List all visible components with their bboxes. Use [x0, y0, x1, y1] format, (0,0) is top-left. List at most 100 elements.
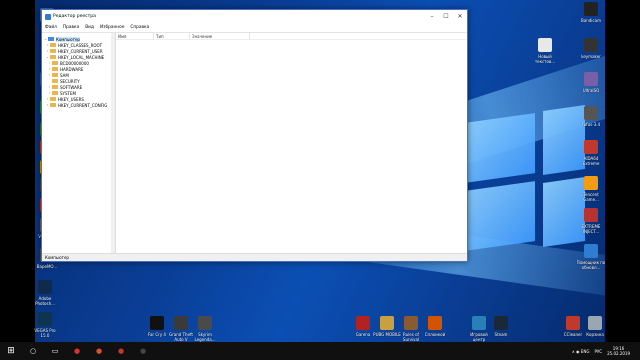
folder-icon — [52, 84, 58, 90]
app-icon — [494, 316, 508, 330]
desktop-icon-label: Корзина — [586, 332, 604, 337]
tree-node-label: Компьютер — [56, 36, 80, 42]
tree-node[interactable]: › HKEY_CURRENT_CONFIG — [42, 102, 115, 108]
desktop-icon[interactable]: Tencent Game... — [576, 176, 606, 202]
app-icon — [38, 280, 52, 294]
desktop-icon-label: UltraISO — [582, 88, 600, 93]
app-icon — [38, 312, 52, 326]
desktop-icon[interactable]: keymaker — [576, 38, 606, 59]
taskbar-unknown-icon[interactable]: ● — [132, 342, 154, 360]
tree-node-label: HKEY_LOCAL_MACHINE — [58, 54, 105, 60]
desktop-icon[interactable]: UltraISO — [576, 72, 606, 93]
column-type[interactable]: Тип — [154, 32, 190, 40]
app-icon — [588, 316, 602, 330]
folder-icon — [52, 90, 58, 96]
menu-edit[interactable]: Правка — [63, 25, 79, 30]
menu-help[interactable]: Справка — [130, 25, 149, 30]
registry-tree[interactable]: ⌄ Компьютер › HKEY_CLASSES_ROOT › HKEY_CURREN… — [42, 33, 116, 253]
app-icon — [584, 140, 598, 154]
window-title: Редактор реестра — [53, 14, 96, 19]
desktop-icon-label: rufus-3.4 — [581, 122, 600, 127]
folder-icon — [50, 96, 56, 102]
folder-icon — [52, 66, 58, 72]
column-headers: Имя Тип Значение — [116, 32, 467, 40]
taskbar-search-icon[interactable]: ○ — [22, 342, 44, 360]
menu-file[interactable]: Файл — [45, 25, 57, 30]
desktop-icon[interactable]: EXTREME INJECT... — [576, 208, 606, 234]
desktop-icon-label: Новый текстов... — [534, 54, 556, 64]
desktop-icon[interactable]: Bandicam — [576, 2, 606, 23]
app-icon — [584, 106, 598, 120]
desktop-icon[interactable]: rufus-3.4 — [576, 106, 606, 127]
desktop-icon[interactable]: Adobe Photosh... — [30, 280, 60, 306]
folder-icon — [50, 42, 56, 48]
title-bar[interactable]: Редактор реестра – ☐ ✕ — [42, 10, 467, 23]
desktop-icon-label: Skyrim Legenda... — [194, 332, 216, 342]
desktop-icon-label: AIDA64 Extreme — [582, 156, 600, 166]
taskbar-opera-icon[interactable]: ● — [66, 342, 88, 360]
desktop-icon[interactable]: Skyrim Legenda... — [190, 316, 220, 342]
taskbar: ⊞ ○ ▭ ● ● ● ● ∧ ◉ ENG РУС 19:16 25.02.2019 — [0, 342, 640, 360]
tray-icons[interactable]: ∧ ◉ ENG — [572, 349, 590, 354]
app-icon — [174, 316, 188, 330]
regedit-app-icon — [45, 13, 51, 20]
folder-icon — [50, 102, 56, 108]
menu-favorites[interactable]: Избранное — [100, 25, 124, 30]
tree-scrollbar[interactable] — [111, 33, 115, 253]
tree-node-label: SAM — [60, 72, 69, 78]
folder-icon — [50, 48, 56, 54]
tree-node-label: SECURITY — [60, 78, 80, 84]
taskbar-bandicam-rec-icon[interactable]: ● — [110, 342, 132, 360]
tree-node-label: HKEY_CURRENT_CONFIG — [58, 102, 108, 108]
app-icon — [584, 72, 598, 86]
app-icon — [380, 316, 394, 330]
desktop-icon-label: EXTREME INJECT... — [581, 224, 601, 234]
desktop-icon[interactable]: Помощник по обновл... — [576, 244, 606, 270]
app-icon — [584, 176, 598, 190]
computer-icon — [48, 36, 54, 42]
maximize-button[interactable]: ☐ — [439, 10, 453, 23]
language-indicator[interactable]: РУС — [594, 349, 602, 354]
tree-node-label: BCD00000000 — [60, 60, 89, 66]
app-icon — [538, 38, 552, 52]
desktop-icon[interactable]: Корзина — [580, 316, 610, 337]
app-icon — [584, 38, 598, 52]
app-icon — [472, 316, 486, 330]
desktop-icon[interactable]: Новый текстов... — [530, 38, 560, 64]
tree-node-label: HKEY_CLASSES_ROOT — [58, 42, 103, 48]
column-name[interactable]: Имя — [116, 32, 154, 40]
desktop-icon[interactable]: Steam — [486, 316, 516, 337]
desktop-icon-label: Сплоикой — [424, 332, 446, 337]
desktop-icon[interactable]: Сплоикой — [420, 316, 450, 337]
desktop-icon-label: VEGAS Pro 15.0 — [34, 328, 56, 338]
values-list[interactable]: Имя Тип Значение — [116, 32, 467, 253]
column-value[interactable]: Значение — [190, 32, 250, 40]
desktop-icon-label: Bandicam — [581, 18, 601, 23]
taskbar-task-view-icon[interactable]: ▭ — [44, 342, 66, 360]
app-icon — [356, 316, 370, 330]
folder-icon — [52, 72, 58, 78]
desktop-icon-label: Tencent Game... — [583, 192, 599, 202]
folder-icon — [52, 78, 58, 84]
screen: ABC...Sp...Go...Ch...Ba...VEGAS...BapeMO… — [0, 0, 640, 360]
app-icon — [584, 2, 598, 16]
menu-view[interactable]: Вид — [85, 25, 94, 30]
tree-node-label: SOFTWARE — [60, 84, 83, 90]
desktop-icon[interactable]: AIDA64 Extreme — [576, 140, 606, 166]
minimize-button[interactable]: – — [425, 10, 439, 23]
desktop-icon[interactable]: VEGAS Pro 15.0 — [30, 312, 60, 338]
app-icon — [198, 316, 212, 330]
folder-icon — [52, 60, 58, 66]
desktop-icon-label: Adobe Photosh... — [35, 296, 55, 306]
desktop-icon-label: keymaker — [581, 54, 601, 59]
registry-editor-window[interactable]: Редактор реестра – ☐ ✕ Файл Правка Вид И… — [41, 9, 468, 262]
menu-bar: Файл Правка Вид Избранное Справка — [42, 23, 467, 32]
folder-icon — [50, 54, 56, 60]
close-button[interactable]: ✕ — [453, 10, 467, 23]
status-bar: Компьютер — [42, 253, 467, 261]
clock-date: 25.02.2019 — [607, 351, 630, 356]
clock[interactable]: 19:16 25.02.2019 — [607, 346, 630, 356]
app-icon — [566, 316, 580, 330]
start-button[interactable]: ⊞ — [0, 342, 22, 360]
taskbar-media-icon[interactable]: ● — [88, 342, 110, 360]
